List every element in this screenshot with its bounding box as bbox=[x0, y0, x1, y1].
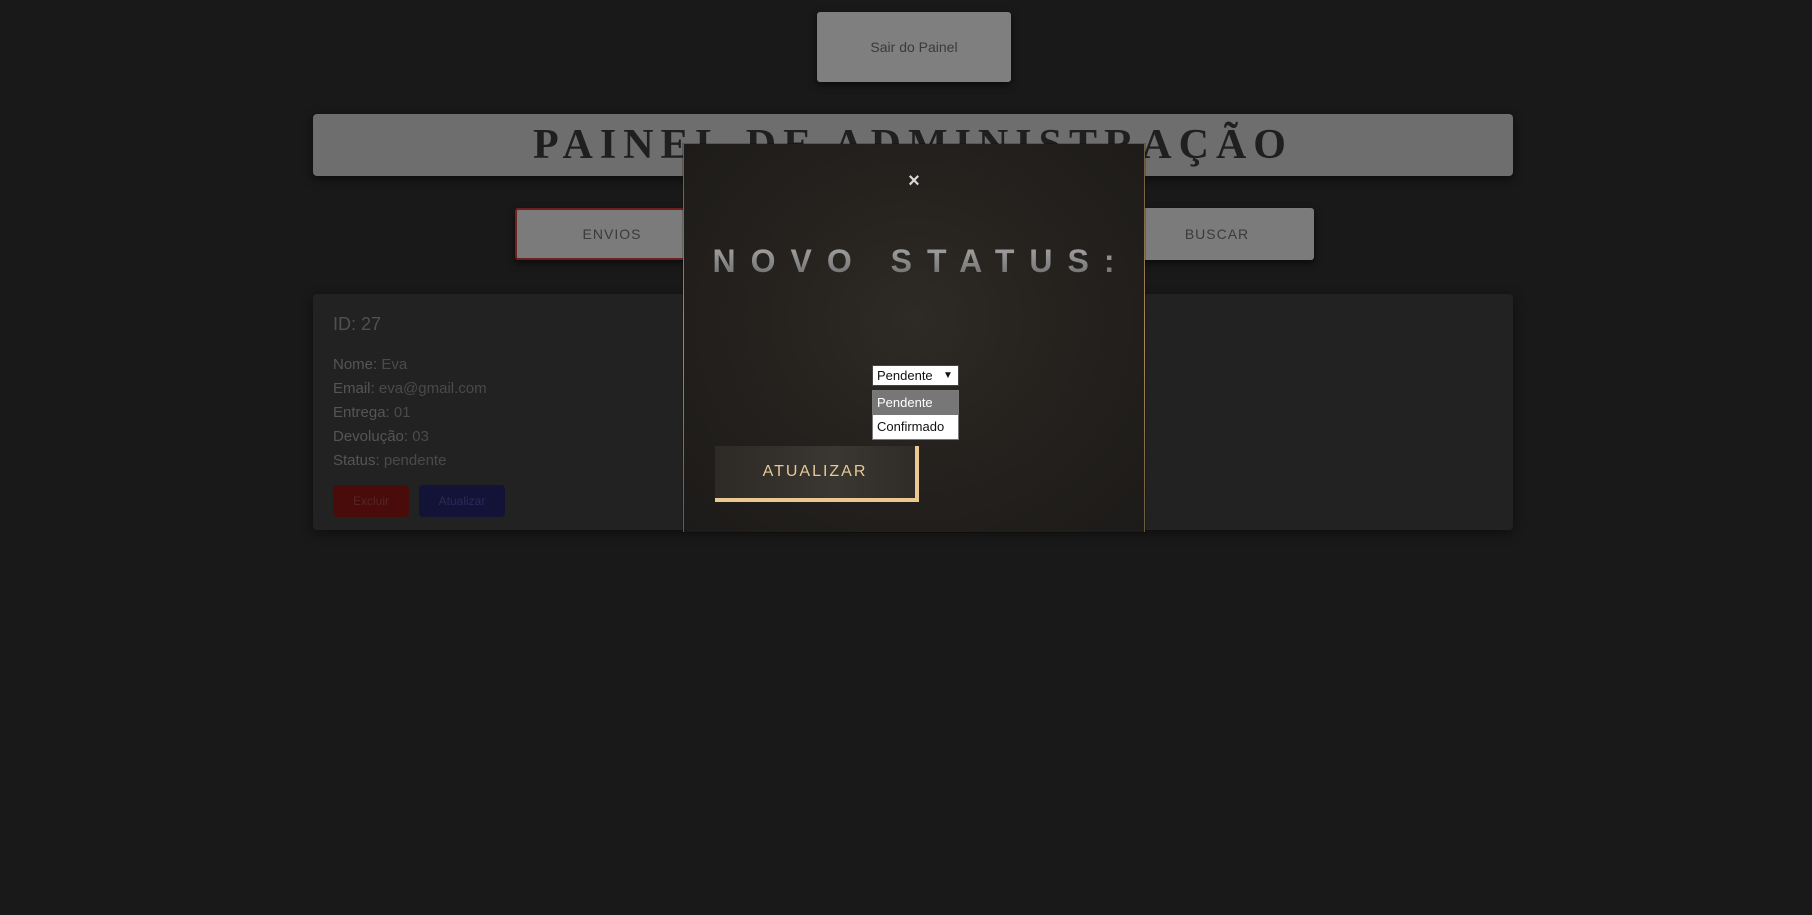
field-value: 03 bbox=[412, 428, 429, 445]
status-select-value: Pendente bbox=[877, 368, 933, 383]
nav-button-left[interactable]: ENVIOS bbox=[515, 208, 709, 260]
page: Sair do Painel PAINEL DE ADMINISTRAÇÃO E… bbox=[0, 0, 1812, 915]
close-icon[interactable]: × bbox=[903, 170, 925, 192]
logout-button[interactable]: Sair do Painel bbox=[817, 12, 1011, 82]
submit-status-button[interactable]: ATUALIZAR bbox=[715, 446, 919, 502]
field-label: Devolução: bbox=[333, 428, 409, 445]
field-label: Email: bbox=[333, 380, 375, 397]
status-modal: × NOVO STATUS: Pendente ▼ Pendente Confi… bbox=[683, 144, 1145, 532]
field-label: Nome: bbox=[333, 356, 378, 373]
field-label: Status: bbox=[333, 452, 380, 469]
update-record-button[interactable]: Atualizar bbox=[419, 485, 505, 517]
status-dropdown-list: Pendente Confirmado bbox=[872, 390, 959, 440]
modal-title: NOVO STATUS: bbox=[684, 242, 1144, 280]
field-value: 01 bbox=[393, 404, 411, 421]
dropdown-option-pendente[interactable]: Pendente bbox=[873, 391, 958, 415]
dropdown-option-confirmado[interactable]: Confirmado bbox=[873, 415, 958, 439]
field-value: Eva bbox=[381, 356, 408, 373]
status-select[interactable]: Pendente ▼ bbox=[872, 365, 959, 386]
field-label: Entrega: bbox=[333, 404, 390, 421]
chevron-down-icon: ▼ bbox=[943, 370, 953, 381]
field-value: eva@gmail.com bbox=[378, 380, 487, 397]
delete-button[interactable]: Excluir bbox=[333, 485, 409, 517]
field-value: pendente bbox=[383, 452, 447, 469]
nav-button-right[interactable]: BUSCAR bbox=[1120, 208, 1314, 260]
